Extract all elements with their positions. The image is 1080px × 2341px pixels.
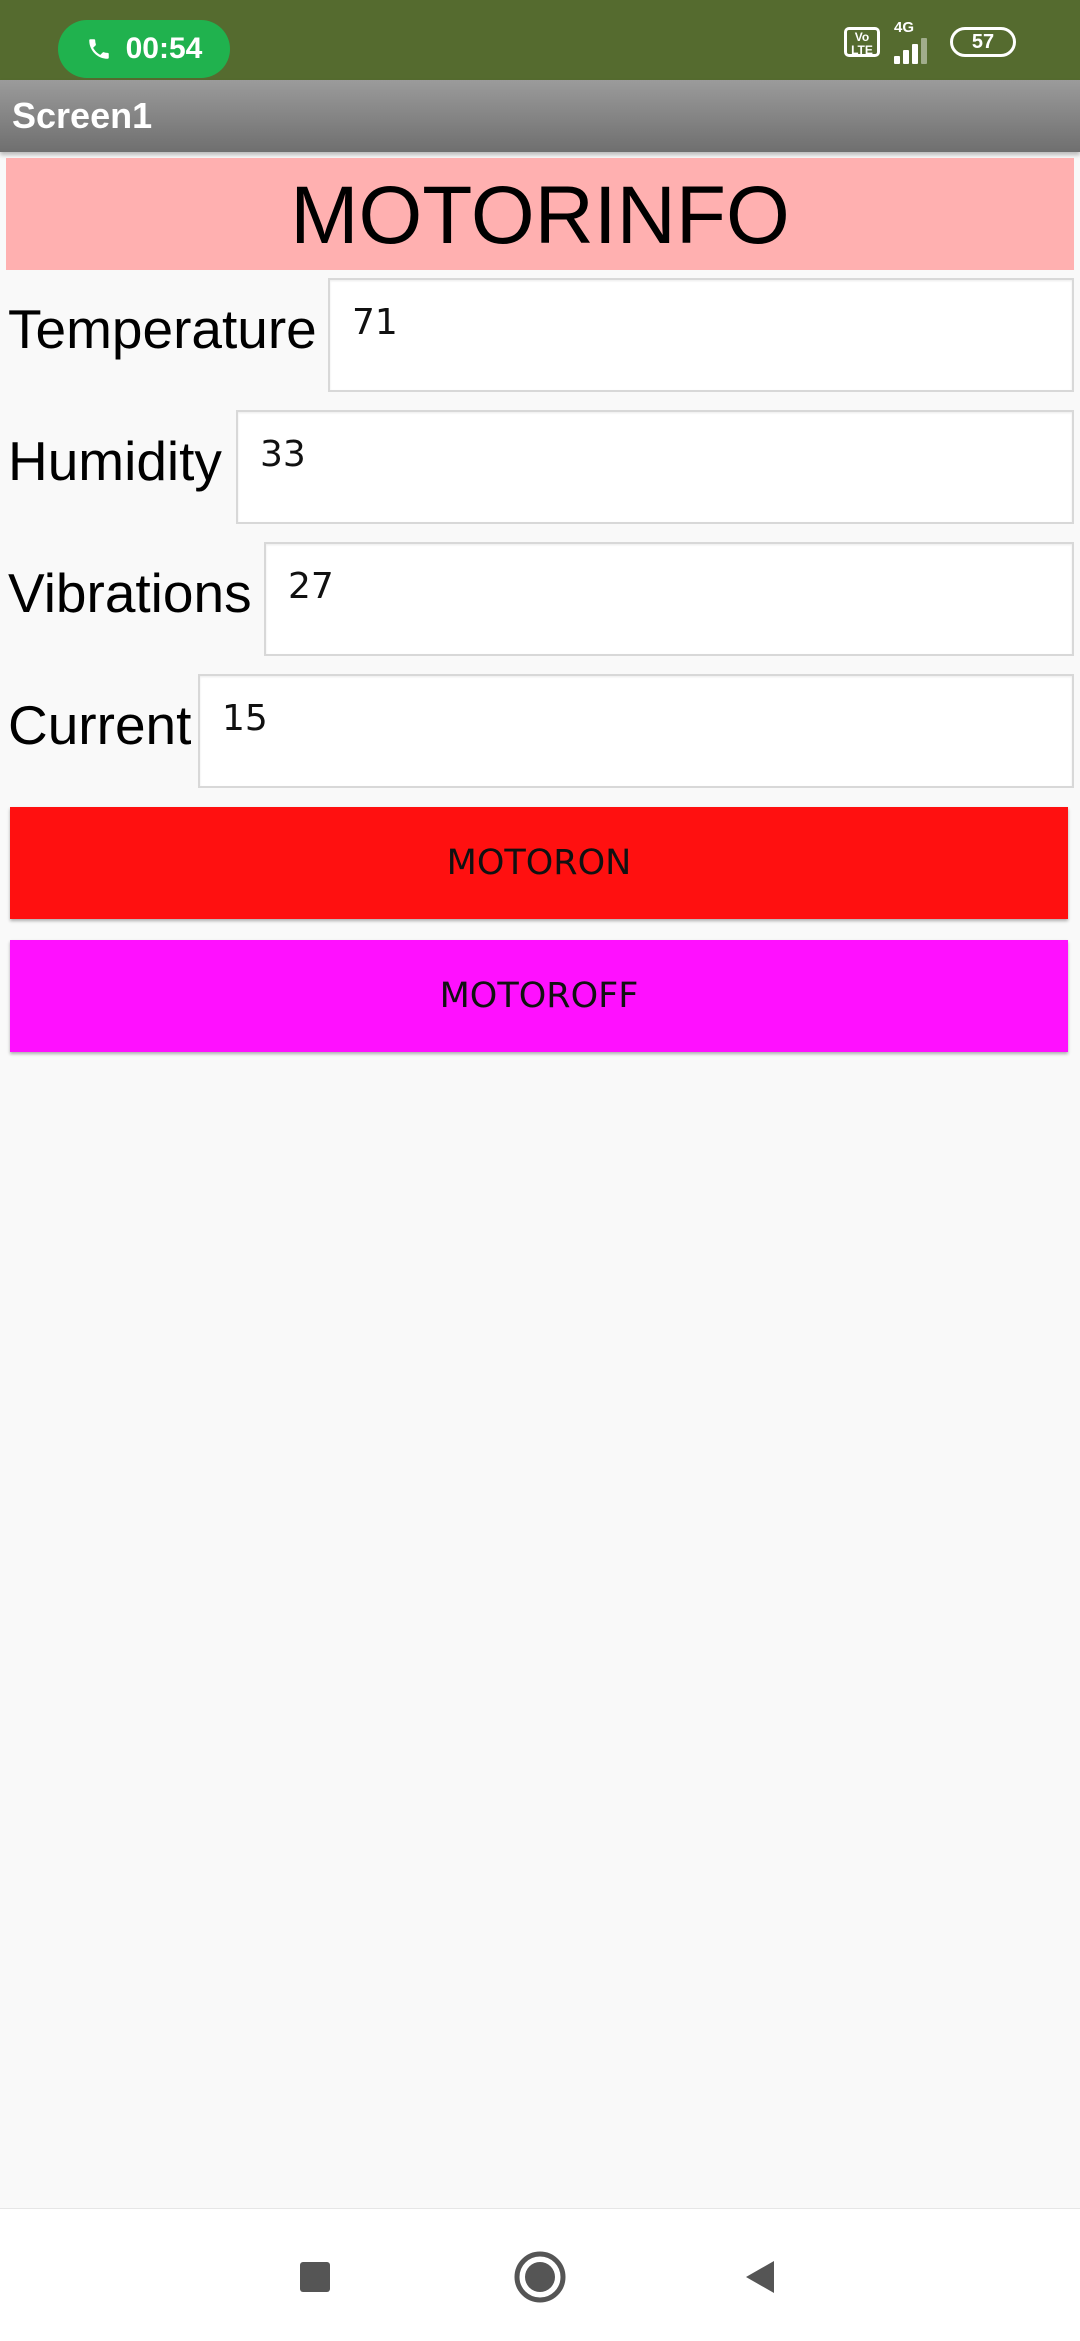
signal-bars xyxy=(894,36,930,64)
current-field[interactable]: 15 xyxy=(198,674,1074,788)
home-button[interactable] xyxy=(510,2247,570,2307)
recents-icon xyxy=(300,2262,330,2292)
motorinfo-banner: MOTORINFO xyxy=(6,158,1074,270)
system-navigation-bar xyxy=(0,2208,1080,2341)
banner-title: MOTORINFO xyxy=(290,170,790,261)
battery-level: 57 xyxy=(971,30,995,53)
status-icons: Vo LTE 4G 57 xyxy=(844,18,1016,66)
ongoing-call-chip[interactable]: 00:54 xyxy=(58,20,230,78)
temperature-row: Temperature 71 xyxy=(0,278,1080,396)
humidity-field[interactable]: 33 xyxy=(236,410,1074,524)
motor-off-button[interactable]: MOTOROFF xyxy=(10,940,1068,1052)
battery-icon: 57 xyxy=(950,27,1016,57)
current-row: Current 15 xyxy=(0,674,1080,792)
phone-icon xyxy=(88,39,109,59)
app-title-bar: Screen1 xyxy=(0,80,1080,152)
back-icon xyxy=(746,2261,774,2293)
screen-title: Screen1 xyxy=(12,95,153,136)
home-icon xyxy=(514,2251,566,2303)
signal-icon: 4G xyxy=(894,20,930,64)
temperature-label: Temperature xyxy=(8,298,317,360)
volte-icon: Vo LTE xyxy=(844,27,880,57)
vibrations-field[interactable]: 27 xyxy=(264,542,1074,656)
motor-on-button[interactable]: MOTORON xyxy=(10,807,1068,919)
back-button[interactable] xyxy=(730,2247,790,2307)
vibrations-row: Vibrations 27 xyxy=(0,542,1080,660)
network-type-label: 4G xyxy=(894,19,915,36)
recents-button[interactable] xyxy=(285,2247,345,2307)
humidity-label: Humidity xyxy=(8,430,222,492)
humidity-row: Humidity 33 xyxy=(0,410,1080,528)
call-timer: 00:54 xyxy=(125,32,203,65)
current-label: Current xyxy=(8,694,192,756)
temperature-field[interactable]: 71 xyxy=(328,278,1074,392)
status-bar: 00:54 Vo LTE 4G 57 xyxy=(0,0,1080,80)
vibrations-label: Vibrations xyxy=(8,562,252,624)
